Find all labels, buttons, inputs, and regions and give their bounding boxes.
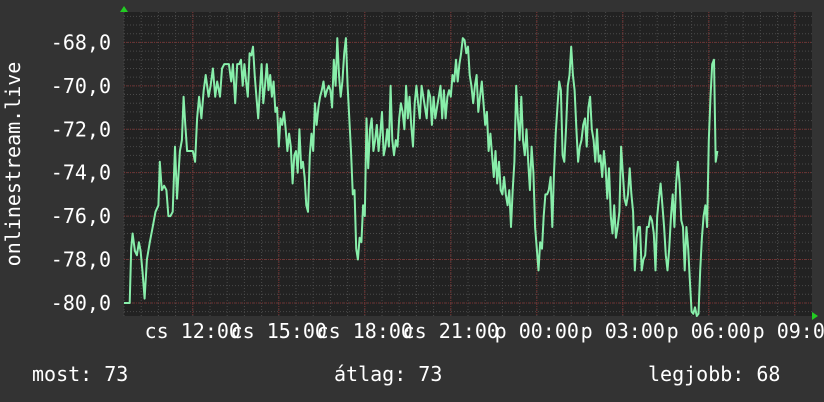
y-tick-label: -70,0 bbox=[51, 74, 111, 98]
x-tick-labels: cs 12:00cs 15:00cs 18:00cs 21:00p 00:00 p… bbox=[145, 319, 824, 343]
y-tick-label: -76,0 bbox=[51, 204, 111, 228]
y-tick-label: -78,0 bbox=[51, 248, 111, 272]
x-tick-label: cs 18:00 bbox=[317, 319, 413, 343]
y-tick-labels: -68,0 -70,0 -72,0 -74,0 -76,0 -78,0 -80,0 bbox=[51, 30, 111, 315]
stat-best: legjobb: 68 bbox=[648, 362, 781, 386]
x-tick-label: p 06:00 bbox=[667, 319, 751, 343]
x-tick-label: p 00:00 bbox=[495, 319, 579, 343]
x-tick-label: cs 12:00 bbox=[145, 319, 241, 343]
stat-average: átlag: 73 bbox=[334, 362, 443, 386]
y-tick-label: -74,0 bbox=[51, 161, 111, 185]
x-tick-label: p 03:00 bbox=[581, 319, 665, 343]
y-tick-label: -80,0 bbox=[51, 291, 111, 315]
chart-svg: -68,0 -70,0 -72,0 -74,0 -76,0 -78,0 -80,0 cs 1… bbox=[1, 6, 824, 343]
y-axis-label: onlinestream.live bbox=[1, 62, 25, 267]
y-axis-arrow bbox=[120, 6, 128, 12]
stat-now: most: 73 bbox=[32, 362, 129, 386]
y-tick-label: -72,0 bbox=[51, 117, 111, 141]
chart-root: -68,0 -70,0 -72,0 -74,0 -76,0 -78,0 -80,0 cs 1… bbox=[0, 0, 824, 402]
x-tick-label: cs 21:00 bbox=[403, 319, 499, 343]
y-tick-label: -68,0 bbox=[51, 30, 111, 54]
x-tick-label: cs 15:00 bbox=[231, 319, 327, 343]
x-tick-label: p 09:00 bbox=[753, 319, 824, 343]
